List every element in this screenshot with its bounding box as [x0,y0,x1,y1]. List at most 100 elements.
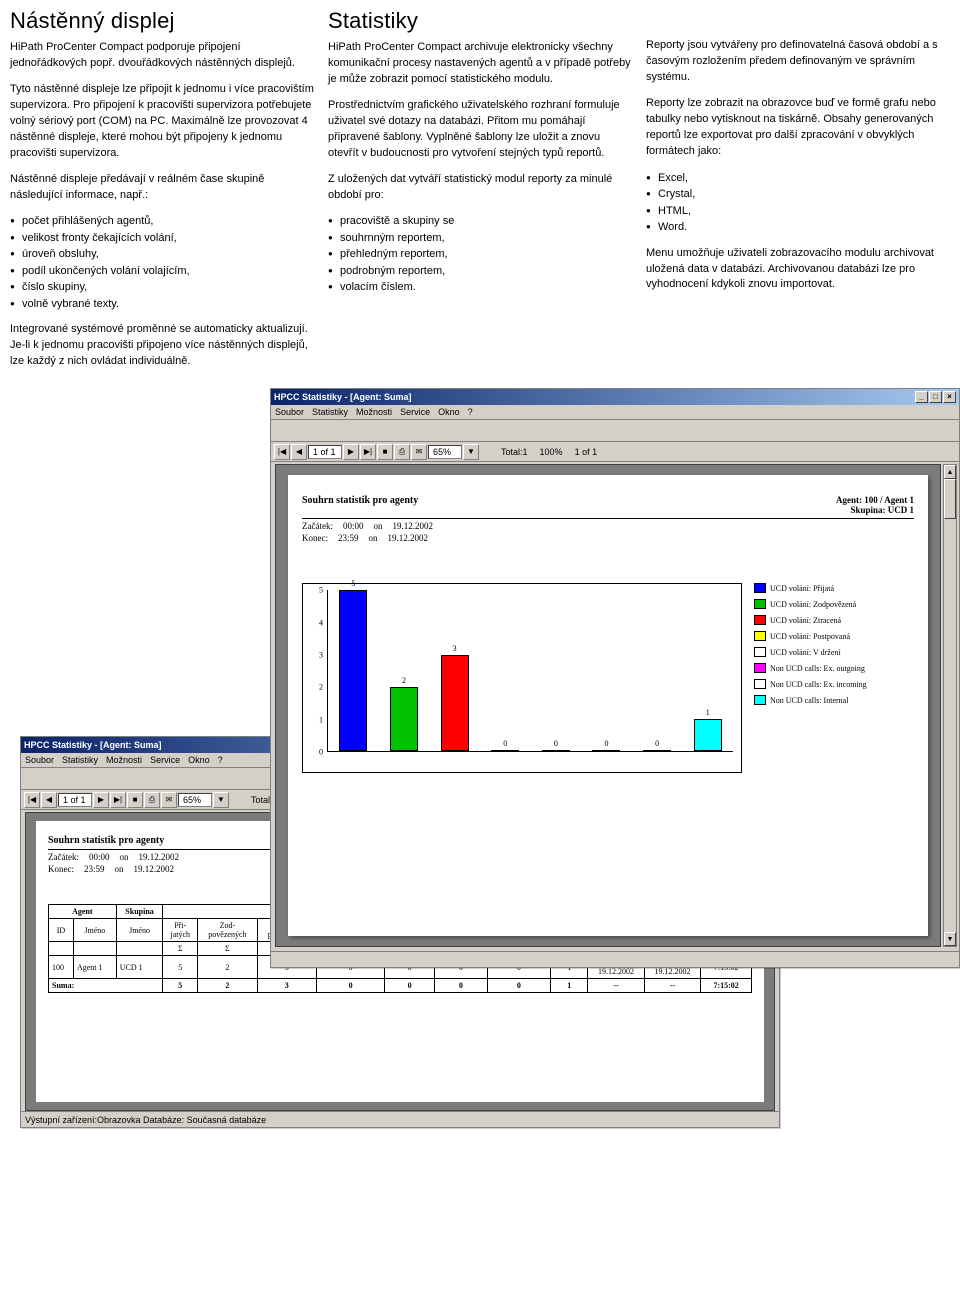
chart-bar: 5 [339,590,367,751]
start-label: Začátek: [302,521,333,531]
table-sum-cell: 3 [257,979,316,993]
table-sum-cell: -- [644,979,700,993]
scroll-down-icon[interactable]: ▼ [944,932,956,946]
table-sum-label: Suma: [49,979,163,993]
nav-prev-icon[interactable]: ◀ [291,444,307,460]
close-icon[interactable]: × [943,391,956,403]
menu-soubor[interactable]: Soubor [275,407,304,417]
col2-p2: Prostřednictvím grafického uživatelského… [328,98,632,162]
start-time: 00:00 [343,521,364,531]
nav-page-field[interactable]: 1 of 1 [308,445,342,459]
legend-label: UCD volání: Postpovaná [770,632,850,641]
nav-pct-label: 100% [540,447,563,457]
y-tick-label: 2 [309,683,323,692]
menu-service[interactable]: Service [400,407,430,417]
report-title: Souhrn statistik pro agenty [302,495,418,515]
y-tick-label: 5 [309,586,323,595]
table-header: ID [49,919,74,942]
tool-icon[interactable] [24,770,42,788]
nav-toolbar: |◀ ◀ 1 of 1 ▶ ▶| ■ ⎙ ✉ 65% ▼ Total:1 100… [271,442,959,462]
tool-icon[interactable] [44,770,62,788]
bar-value-label: 3 [442,644,468,653]
menu-service[interactable]: Service [150,755,180,765]
col1-p3: Nástěnné displeje předávají v reálném ča… [10,172,314,204]
legend-swatch-icon [754,583,766,593]
nav-prev-icon[interactable]: ◀ [41,792,57,808]
list-item: počet přihlášených agentů, [10,213,314,230]
col3-p2: Reporty lze zobrazit na obrazovce buď ve… [646,96,950,160]
menu-moznosti[interactable]: Možnosti [106,755,142,765]
zoom-field[interactable]: 65% [428,445,462,459]
legend-label: Non UCD calls: Internal [770,696,848,705]
menu-okno[interactable]: Okno [188,755,210,765]
chart-bar: 3 [441,655,469,752]
table-sum-cell: 5 [163,979,198,993]
col3-p3: Menu umožňuje uživateli zobrazovacího mo… [646,246,950,294]
nav-page-field[interactable]: 1 of 1 [58,793,92,807]
tool-icon[interactable] [294,422,312,440]
menu-moznosti[interactable]: Možnosti [356,407,392,417]
chart-bar: 0 [643,750,671,751]
chart-bar: 0 [491,750,519,751]
table-sum-cell: -- [588,979,644,993]
vertical-scrollbar[interactable]: ▲ ▼ [943,464,957,947]
table-sum-cell: 2 [198,979,257,993]
print-icon[interactable]: ⎙ [144,792,160,808]
nav-last-icon[interactable]: ▶| [110,792,126,808]
table-sum-cell: 0 [316,979,384,993]
agent-label: Agent: 100 / Agent 1 [836,495,914,505]
nav-stop-icon[interactable]: ■ [377,444,393,460]
start-time: 00:00 [89,852,110,862]
start-date: 19.12.2002 [139,852,180,862]
zoom-dropdown-icon[interactable]: ▼ [213,792,229,808]
table-cell: Agent 1 [73,956,116,979]
col2-p1: HiPath ProCenter Compact archivuje elekt… [328,40,632,88]
list-item: pracoviště a skupiny se [328,213,632,230]
legend-item: Non UCD calls: Internal [754,695,914,705]
list-item: Crystal, [646,186,950,203]
scroll-thumb[interactable] [944,479,956,519]
scroll-up-icon[interactable]: ▲ [944,465,956,479]
export-icon[interactable]: ✉ [411,444,427,460]
legend-item: Non UCD calls: Ex. outgoing [754,663,914,673]
tool-icon[interactable] [274,422,292,440]
statusbar: Výstupní zařízení:Obrazovka Databáze: So… [21,1111,779,1127]
menu-okno[interactable]: Okno [438,407,460,417]
menu-statistiky[interactable]: Statistiky [62,755,98,765]
table-sum-cell: 0 [435,979,487,993]
nav-next-icon[interactable]: ▶ [343,444,359,460]
nav-first-icon[interactable]: |◀ [274,444,290,460]
print-icon[interactable]: ⎙ [394,444,410,460]
nav-stop-icon[interactable]: ■ [127,792,143,808]
list-item: Word. [646,219,950,236]
maximize-icon[interactable]: □ [929,391,942,403]
end-time: 23:59 [84,864,105,874]
table-subheader [116,942,163,956]
menubar[interactable]: Soubor Statistiky Možnosti Service Okno … [271,405,959,420]
menu-help[interactable]: ? [468,407,473,417]
menu-help[interactable]: ? [218,755,223,765]
start-date: 19.12.2002 [393,521,434,531]
table-cell: 100 [49,956,74,979]
legend-item: UCD volání: Postpovaná [754,631,914,641]
minimize-icon[interactable]: _ [915,391,928,403]
zoom-dropdown-icon[interactable]: ▼ [463,444,479,460]
col2-p3: Z uložených dat vytváří statistický modu… [328,172,632,204]
table-header: Při- jatých [163,919,198,942]
nav-next-icon[interactable]: ▶ [93,792,109,808]
titlebar[interactable]: HPCC Statistiky - [Agent: Suma] _ □ × [271,389,959,405]
table-sum-cell: 1 [551,979,588,993]
menu-statistiky[interactable]: Statistiky [312,407,348,417]
nav-last-icon[interactable]: ▶| [360,444,376,460]
nav-first-icon[interactable]: |◀ [24,792,40,808]
export-icon[interactable]: ✉ [161,792,177,808]
menu-soubor[interactable]: Soubor [25,755,54,765]
end-time: 23:59 [338,533,359,543]
col1-bullets: počet přihlášených agentů, velikost fron… [10,213,314,312]
legend-label: UCD volání: V držení [770,648,841,657]
legend-swatch-icon [754,631,766,641]
legend-label: Non UCD calls: Ex. outgoing [770,664,865,673]
chart-bar: 0 [592,750,620,751]
nav-total-label: Total:1 [501,447,528,457]
zoom-field[interactable]: 65% [178,793,212,807]
